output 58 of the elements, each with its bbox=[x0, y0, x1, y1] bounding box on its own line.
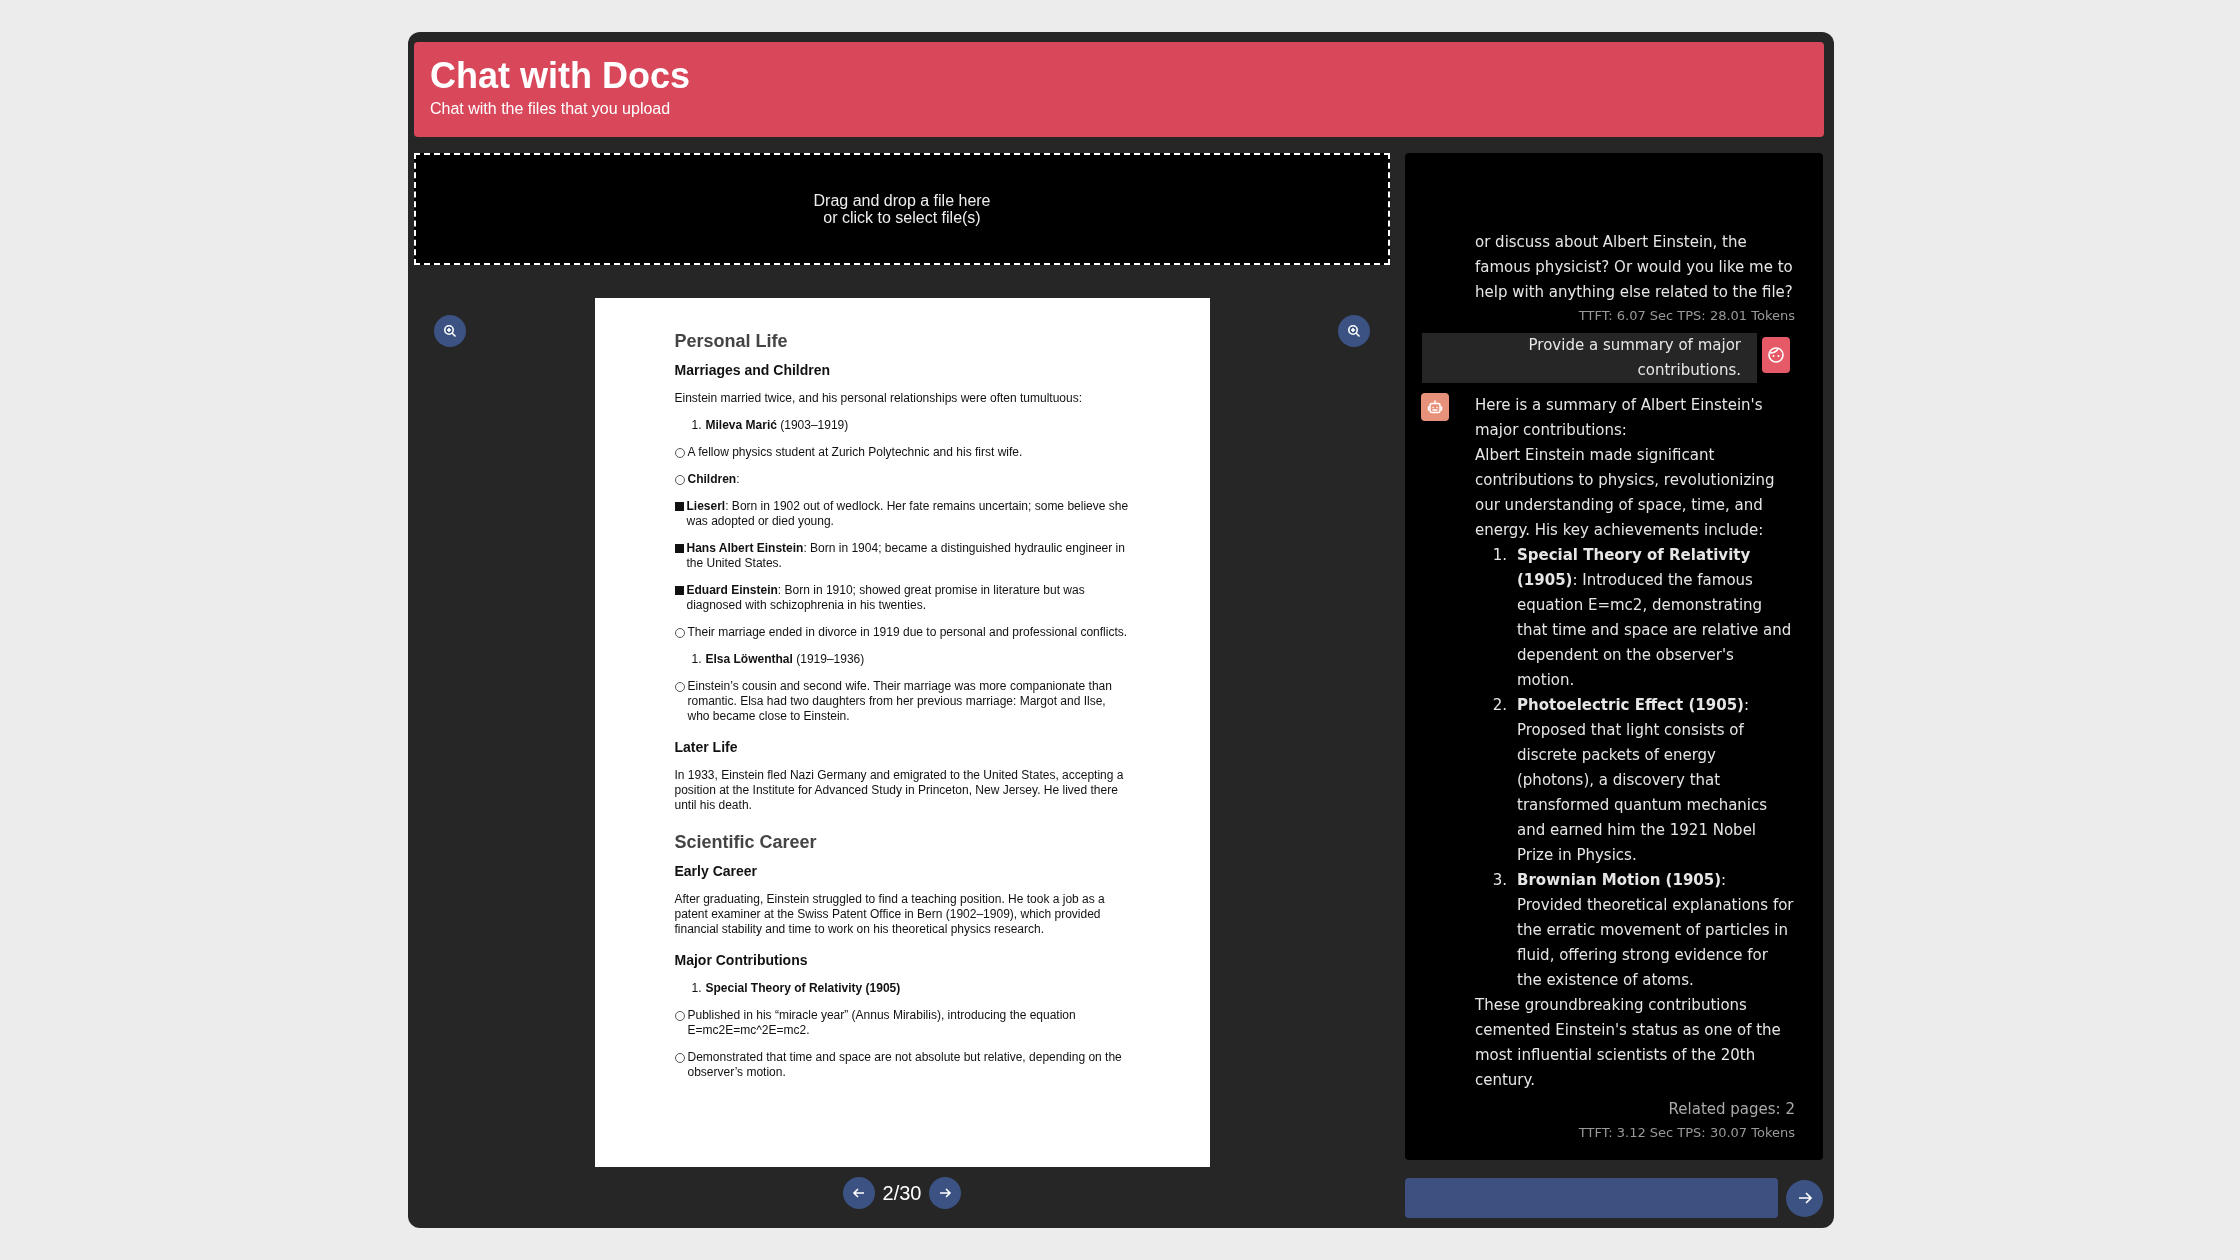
list-number: 1. bbox=[691, 981, 702, 995]
list-number: 1. bbox=[1491, 545, 1508, 566]
bot-message-text: These groundbreaking contributions cemented Einstein's status as one of the most influential scientists of the 20th century. bbox=[1475, 995, 1782, 1091]
bot-list-item: Special Theory of Relativity (1905): Introduced the famous equation E=mc2, demonstrating that time and space are relative and dependent on the observer's motion. bbox=[1517, 545, 1793, 691]
document-list-item: Eduard Einstein: Born in 1910; showed great promise in literature but was diagnosed with schizophrenia in his twenties. bbox=[686, 583, 1086, 613]
document-list-item: Einstein’s cousin and second wife. Their marriage was more companionate than romantic. Elsa had two daughters from her previous marriage: Margot and Ilse, who became close to Einstein. bbox=[687, 679, 1113, 724]
arrow-right-icon bbox=[1796, 1190, 1813, 1206]
arrow-right-icon bbox=[938, 1186, 953, 1200]
next-page-button[interactable] bbox=[929, 1177, 962, 1209]
previous-page-button[interactable] bbox=[842, 1177, 875, 1209]
bot-message-text: Albert Einstein made significant contributions to physics, revolutionizing our understanding of space, time, and energy. His key achievements include: bbox=[1475, 445, 1776, 541]
document-list-item: Mileva Marić (1903–1919) bbox=[705, 418, 849, 432]
bot-list-item: Photoelectric Effect (1905): Proposed that light consists of discrete packets of energy (photons), a discovery that transformed quantum mechanics and earned him the 1921 Nobel Prize in Physics. bbox=[1517, 695, 1769, 866]
list-number: 1. bbox=[691, 418, 702, 432]
list-number: 1. bbox=[691, 652, 702, 666]
response-stats: TTFT: 6.07 Sec TPS: 28.01 Tokens bbox=[1578, 308, 1795, 323]
document-paragraph: Einstein married twice, and his personal relationships were often tumultuous: bbox=[674, 391, 1084, 406]
user-message: Provide a summary of major contributions. bbox=[1422, 333, 1757, 383]
robot-icon bbox=[1427, 399, 1443, 415]
document-paragraph: In 1933, Einstein fled Nazi Germany and emigrated to the United States, accepting a position at the Institute for Advanced Study in Princeton, New Jersey. He lived there until his death. bbox=[674, 768, 1125, 813]
file-dropzone[interactable]: Drag and drop a file here or click to select file(s) bbox=[414, 153, 1390, 265]
document-list-item: Their marriage ended in divorce in 1919 due to personal and professional conflicts. bbox=[687, 625, 1128, 640]
page-indicator: 2/30 bbox=[882, 1181, 922, 1205]
bot-message-text: or discuss about Albert Einstein, the famous physicist? Or would you like me to help with anything else related to the file? bbox=[1475, 232, 1794, 303]
square-bullet-icon bbox=[674, 586, 684, 595]
face-icon bbox=[1767, 346, 1785, 364]
response-stats: TTFT: 3.12 Sec TPS: 30.07 Tokens bbox=[1578, 1125, 1795, 1140]
related-pages: Related pages: 2 bbox=[1668, 1100, 1795, 1118]
zoom-in-button[interactable] bbox=[1338, 315, 1370, 347]
app-title: Chat with Docs bbox=[430, 56, 691, 96]
zoom-in-icon bbox=[1347, 324, 1361, 338]
list-number: 2. bbox=[1491, 695, 1508, 716]
document-list-item: A fellow physics student at Zurich Polytechnic and his first wife. bbox=[687, 445, 1023, 460]
document-subheading: Marriages and Children bbox=[674, 363, 832, 378]
zoom-in-button[interactable] bbox=[434, 315, 466, 347]
document-heading: Personal Life bbox=[674, 334, 789, 349]
square-bullet-icon bbox=[674, 502, 684, 511]
app-subtitle: Chat with the files that you upload bbox=[430, 99, 672, 118]
document-list-item: Children: bbox=[687, 472, 740, 487]
square-bullet-icon bbox=[674, 544, 684, 553]
document-list-item: Hans Albert Einstein: Born in 1904; became a distinguished hydraulic engineer in the United States. bbox=[686, 541, 1126, 571]
bot-list-item: Brownian Motion (1905): Provided theoretical explanations for the erratic movement of particles in fluid, offering strong evidence for the existence of atoms. bbox=[1517, 870, 1795, 991]
document-list-item: Lieserl: Born in 1902 out of wedlock. Her fate remains uncertain; some believe she was adopted or died young. bbox=[686, 499, 1130, 529]
zoom-in-icon bbox=[443, 324, 457, 338]
document-list-item: Demonstrated that time and space are not absolute but relative, depending on the observer’s motion. bbox=[687, 1050, 1123, 1080]
document-paragraph: After graduating, Einstein struggled to find a teaching position. He took a job as a patent examiner at the Swiss Patent Office in Bern (1902–1909), which provided financial stability and time to work on his theoretical physics research. bbox=[674, 892, 1106, 937]
document-subheading: Later Life bbox=[674, 740, 739, 755]
document-list-item: Elsa Löwenthal (1919–1936) bbox=[705, 652, 865, 666]
document-list-item: Published in his “miracle year” (Annus Mirabilis), introducing the equation E=mc2E=mc^2E=mc2. bbox=[687, 1008, 1077, 1038]
arrow-left-icon bbox=[851, 1186, 866, 1200]
document-subheading: Major Contributions bbox=[674, 953, 809, 968]
send-button[interactable] bbox=[1786, 1179, 1823, 1217]
message-input[interactable] bbox=[1405, 1178, 1778, 1218]
document-heading: Scientific Career bbox=[674, 835, 818, 850]
document-subheading: Early Career bbox=[674, 864, 758, 879]
bot-message-text: Here is a summary of Albert Einstein's major contributions: bbox=[1475, 395, 1764, 441]
list-number: 3. bbox=[1491, 870, 1508, 891]
document-list-item: Special Theory of Relativity (1905) bbox=[705, 981, 901, 995]
